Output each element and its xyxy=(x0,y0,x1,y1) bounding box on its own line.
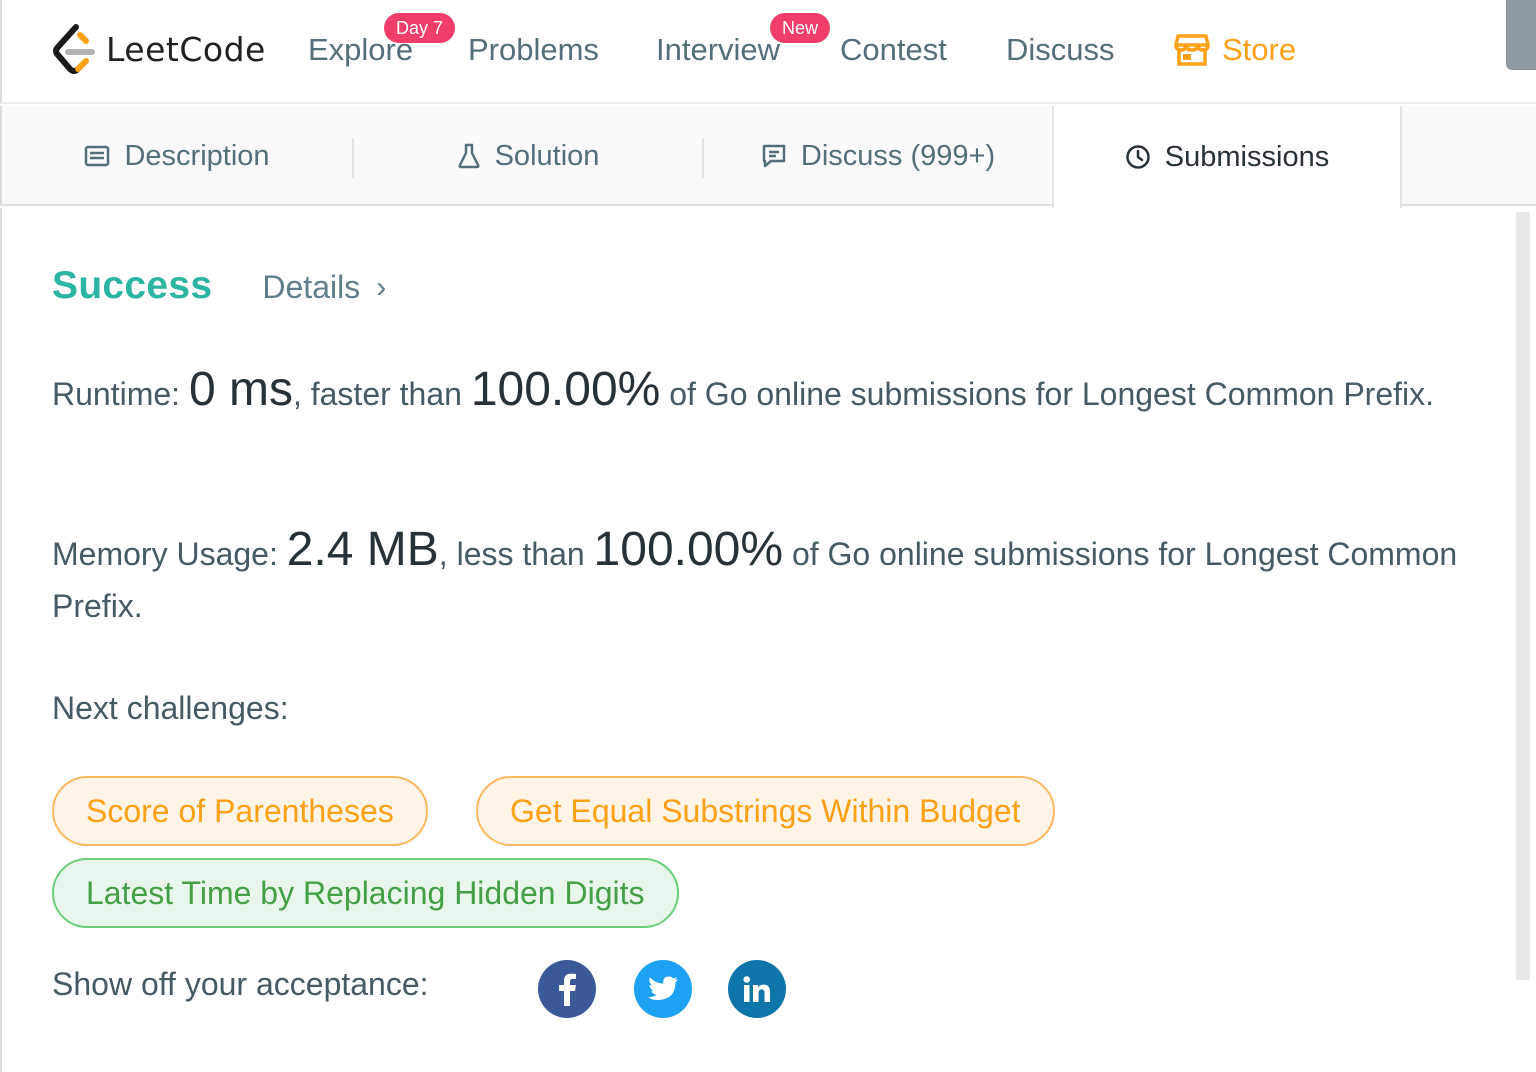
runtime-percentile: 100.00% xyxy=(470,363,661,416)
clock-icon xyxy=(1126,145,1150,169)
vertical-scrollbar[interactable] xyxy=(1516,212,1530,980)
runtime-suffix: of Go online submissions for Longest Com… xyxy=(669,376,1435,412)
tab-description[interactable]: Description xyxy=(2,106,352,206)
memory-value: 2.4 MB xyxy=(286,523,439,576)
explore-day-badge: Day 7 xyxy=(384,13,456,43)
memory-comparison: , less than xyxy=(438,536,585,572)
challenge-chip[interactable]: Latest Time by Replacing Hidden Digits xyxy=(52,858,679,928)
challenge-chip[interactable]: Score of Parentheses xyxy=(52,776,428,846)
nav-discuss[interactable]: Discuss xyxy=(1006,30,1115,70)
nav-store[interactable]: Store xyxy=(1174,30,1296,70)
comment-icon xyxy=(762,144,786,168)
logo-text: LeetCode xyxy=(106,29,266,69)
details-link[interactable]: Details › xyxy=(262,269,386,306)
tab-submissions-label: Submissions xyxy=(1164,140,1330,173)
description-icon xyxy=(85,145,110,167)
nav-contest[interactable]: Contest xyxy=(840,30,947,70)
memory-stat: Memory Usage: 2.4 MB, less than 100.00% … xyxy=(52,524,1472,632)
nav-store-label: Store xyxy=(1222,32,1297,67)
runtime-comparison: , faster than xyxy=(292,376,462,412)
linkedin-share-button[interactable] xyxy=(728,960,786,1018)
runtime-value: 0 ms xyxy=(188,363,293,416)
linkedin-icon xyxy=(743,976,770,1002)
top-navbar: LeetCode Explore Day 7 Problems Intervie… xyxy=(0,0,1536,104)
share-label: Show off your acceptance: xyxy=(52,966,429,1002)
flask-icon xyxy=(458,143,480,169)
tab-solution-label: Solution xyxy=(494,139,600,172)
tab-discuss-label: Discuss (999+) xyxy=(800,139,996,172)
leetcode-logo[interactable]: LeetCode xyxy=(50,22,266,76)
nav-problems[interactable]: Problems xyxy=(468,30,599,70)
challenge-chip[interactable]: Get Equal Substrings Within Budget xyxy=(476,776,1055,846)
leetcode-logo-icon xyxy=(53,24,95,74)
tab-discuss[interactable]: Discuss (999+) xyxy=(704,106,1052,206)
facebook-icon xyxy=(559,973,576,1006)
submission-result-panel: Success Details › Runtime: 0 ms, faster … xyxy=(0,208,1536,1072)
premium-corner-button[interactable] xyxy=(1506,0,1536,70)
memory-label: Memory Usage: xyxy=(52,536,278,572)
submission-status: Success xyxy=(52,264,213,307)
memory-percentile: 100.00% xyxy=(593,523,784,576)
twitter-icon xyxy=(648,976,678,1000)
chevron-right-icon: › xyxy=(376,270,387,304)
tab-description-label: Description xyxy=(124,139,270,172)
result-header: Success Details › xyxy=(52,264,386,308)
facebook-share-button[interactable] xyxy=(538,960,596,1018)
runtime-stat: Runtime: 0 ms, faster than 100.00% of Go… xyxy=(52,364,1472,420)
tab-submissions[interactable]: Submissions xyxy=(1052,106,1402,208)
details-label: Details xyxy=(262,269,361,305)
next-challenges-label: Next challenges: xyxy=(52,690,289,726)
twitter-share-button[interactable] xyxy=(634,960,692,1018)
problem-tabs: Description Solution Discuss (999+) Subm… xyxy=(0,106,1536,208)
interview-new-badge: New xyxy=(770,13,831,43)
runtime-label: Runtime: xyxy=(52,376,181,412)
tab-solution[interactable]: Solution xyxy=(354,106,702,206)
nav-interview[interactable]: Interview xyxy=(656,30,780,70)
store-icon xyxy=(1174,34,1210,66)
